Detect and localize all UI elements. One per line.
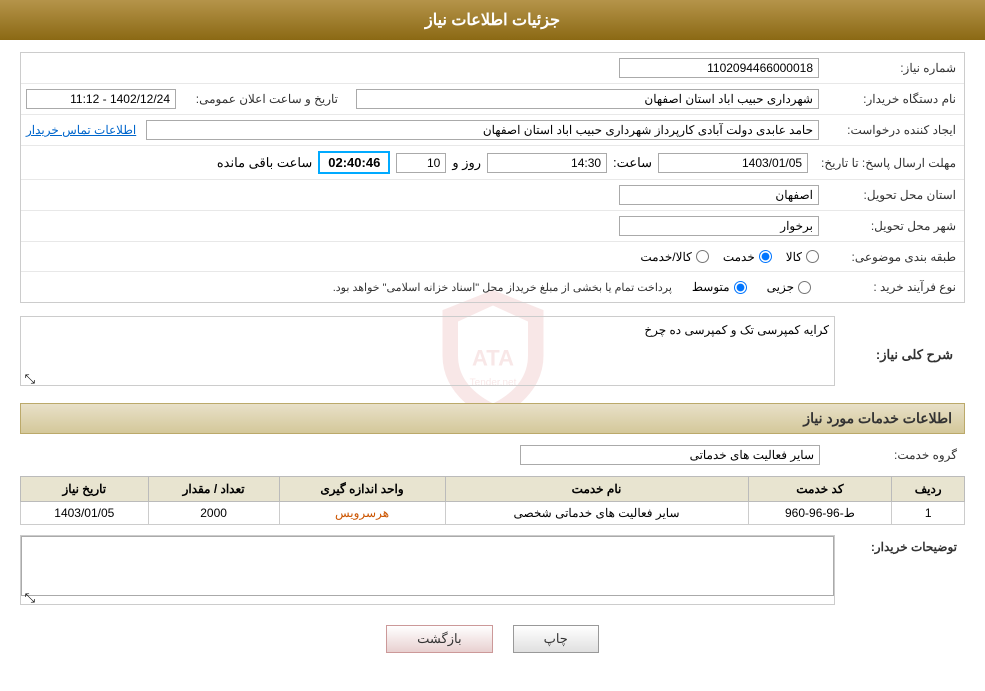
category-khedmat[interactable]: خدمت — [723, 250, 772, 264]
need-number-label: شماره نیاز: — [824, 59, 964, 77]
category-kala-khedmat[interactable]: کالا/خدمت — [640, 250, 708, 264]
col-date-needed: تاریخ نیاز — [21, 477, 149, 502]
category-kala[interactable]: کالا — [786, 250, 819, 264]
category-radio-group: کالا خدمت کالا/خدمت — [26, 250, 819, 264]
buyer-org-input[interactable] — [356, 89, 819, 109]
deadline-time-input[interactable] — [487, 153, 607, 173]
category-kala-label: کالا — [786, 250, 802, 264]
delivery-province-row: استان محل تحویل: — [21, 180, 964, 211]
content-area: ATA Tender.net شماره نیاز: نام دستگاه خر… — [0, 40, 985, 673]
delivery-province-input[interactable] — [619, 185, 819, 205]
requester-value-cell: اطلاعات تماس خریدار — [21, 118, 824, 142]
info-section: شماره نیاز: نام دستگاه خریدار: تاریخ و س… — [20, 52, 965, 303]
deadline-label: مهلت ارسال پاسخ: تا تاریخ: — [813, 154, 964, 172]
category-khedmat-label: خدمت — [723, 250, 755, 264]
cell-date-needed: 1403/01/05 — [21, 502, 149, 525]
purchase-type-options: جزیی متوسط پرداخت تمام یا بخشی از مبلغ خ… — [26, 277, 819, 297]
countdown-value: 02:40:46 — [318, 151, 390, 174]
announcement-date-label: تاریخ و ساعت اعلان عمومی: — [186, 90, 346, 108]
deadline-time-label: ساعت: — [613, 155, 652, 171]
delivery-city-input[interactable] — [619, 216, 819, 236]
cell-rownum: 1 — [892, 502, 965, 525]
page-wrapper: جزئیات اطلاعات نیاز ATA Tender.net شماره… — [0, 0, 985, 691]
buyer-description-content: ⤡ — [20, 535, 835, 605]
deadline-day-label: روز و — [452, 155, 481, 171]
buyer-org-value-cell: تاریخ و ساعت اعلان عمومی: — [21, 87, 824, 111]
service-group-value-cell — [20, 443, 825, 467]
delivery-city-label: شهر محل تحویل: — [824, 217, 964, 235]
category-kala-radio[interactable] — [806, 250, 819, 263]
announcement-date-input[interactable] — [26, 89, 176, 109]
delivery-city-value-cell — [21, 214, 824, 238]
cell-service-code: ط-96-96-960 — [748, 502, 892, 525]
purchase-note: پرداخت تمام یا بخشی از مبلغ خریداز محل "… — [333, 281, 672, 294]
need-summary-row: شرح کلی نیاز: کرایه کمپرسی تک و کمپرسی د… — [20, 313, 965, 397]
cell-service-name: سایر فعالیت های خدماتی شخصی — [445, 502, 748, 525]
footer-buttons: چاپ بازگشت — [20, 613, 965, 661]
requester-label: ایجاد کننده درخواست: — [824, 121, 964, 139]
purchase-motavasset[interactable]: متوسط — [692, 280, 747, 294]
countdown-label: ساعت باقی مانده — [217, 155, 312, 171]
purchase-jozii[interactable]: جزیی — [767, 280, 811, 294]
category-khedmat-radio[interactable] — [759, 250, 772, 263]
purchase-type-label: نوع فرآیند خرید : — [824, 278, 964, 296]
need-number-value-cell — [21, 56, 824, 80]
deadline-row: مهلت ارسال پاسخ: تا تاریخ: ساعت: روز و 0… — [21, 146, 964, 180]
print-button[interactable]: چاپ — [513, 625, 599, 653]
cell-unit: هرسرویس — [279, 502, 445, 525]
services-table-header-row: ردیف کد خدمت نام خدمت واحد اندازه گیری ت… — [21, 477, 965, 502]
services-section-title: اطلاعات خدمات مورد نیاز — [20, 403, 965, 434]
col-rownum: ردیف — [892, 477, 965, 502]
col-service-code: کد خدمت — [748, 477, 892, 502]
col-unit: واحد اندازه گیری — [279, 477, 445, 502]
purchase-motavasset-radio[interactable] — [734, 281, 747, 294]
cell-quantity: 2000 — [148, 502, 279, 525]
page-title: جزئیات اطلاعات نیاز — [425, 12, 560, 29]
category-kala-khedmat-radio[interactable] — [696, 250, 709, 263]
buyer-desc-resize-icon[interactable]: ⤡ — [23, 590, 35, 602]
need-number-input[interactable] — [619, 58, 819, 78]
purchase-type-value-cell: جزیی متوسط پرداخت تمام یا بخشی از مبلغ خ… — [21, 275, 824, 299]
contact-link[interactable]: اطلاعات تماس خریدار — [26, 123, 136, 137]
service-group-label: گروه خدمت: — [825, 446, 965, 464]
services-table: ردیف کد خدمت نام خدمت واحد اندازه گیری ت… — [20, 476, 965, 525]
buyer-description-row: توضیحات خریدار: ⤡ — [20, 535, 965, 605]
page-header: جزئیات اطلاعات نیاز — [0, 0, 985, 40]
purchase-jozii-radio[interactable] — [798, 281, 811, 294]
table-row: 1 ط-96-96-960 سایر فعالیت های خدماتی شخص… — [21, 502, 965, 525]
purchase-jozii-label: جزیی — [767, 280, 794, 294]
need-summary-container: کرایه کمپرسی تک و کمپرسی ده چرخ ⤡ — [20, 316, 835, 386]
need-summary-text: کرایه کمپرسی تک و کمپرسی ده چرخ — [644, 323, 829, 337]
buyer-org-label: نام دستگاه خریدار: — [824, 90, 964, 108]
requester-row: ایجاد کننده درخواست: اطلاعات تماس خریدار — [21, 115, 964, 146]
requester-input[interactable] — [146, 120, 819, 140]
delivery-city-row: شهر محل تحویل: — [21, 211, 964, 242]
services-table-body: 1 ط-96-96-960 سایر فعالیت های خدماتی شخص… — [21, 502, 965, 525]
service-group-row: گروه خدمت: — [20, 440, 965, 470]
service-group-input[interactable] — [520, 445, 820, 465]
purchase-motavasset-label: متوسط — [692, 280, 730, 294]
category-row: طبقه بندی موضوعی: کالا خدمت — [21, 242, 964, 272]
category-value-cell: کالا خدمت کالا/خدمت — [21, 248, 824, 266]
buyer-description-label: توضیحات خریدار: — [835, 535, 965, 559]
need-number-row: شماره نیاز: — [21, 53, 964, 84]
delivery-province-value-cell — [21, 183, 824, 207]
back-button[interactable]: بازگشت — [386, 625, 492, 653]
col-quantity: تعداد / مقدار — [148, 477, 279, 502]
category-label: طبقه بندی موضوعی: — [824, 248, 964, 266]
buyer-description-textarea[interactable] — [21, 536, 834, 596]
deadline-day-input[interactable] — [396, 153, 446, 173]
purchase-type-row: نوع فرآیند خرید : جزیی متوسط پرداخت — [21, 272, 964, 302]
services-table-head: ردیف کد خدمت نام خدمت واحد اندازه گیری ت… — [21, 477, 965, 502]
delivery-province-label: استان محل تحویل: — [824, 186, 964, 204]
need-summary-value-cell: کرایه کمپرسی تک و کمپرسی ده چرخ ⤡ — [20, 316, 835, 394]
category-kala-khedmat-label: کالا/خدمت — [640, 250, 691, 264]
col-service-name: نام خدمت — [445, 477, 748, 502]
resize-icon[interactable]: ⤡ — [23, 371, 35, 383]
buyer-org-row: نام دستگاه خریدار: تاریخ و ساعت اعلان عم… — [21, 84, 964, 115]
need-summary-label: شرح کلی نیاز: — [835, 341, 965, 369]
main-content: شماره نیاز: نام دستگاه خریدار: تاریخ و س… — [20, 52, 965, 661]
deadline-date-input[interactable] — [658, 153, 808, 173]
deadline-value-cell: ساعت: روز و 02:40:46 ساعت باقی مانده — [21, 149, 813, 176]
